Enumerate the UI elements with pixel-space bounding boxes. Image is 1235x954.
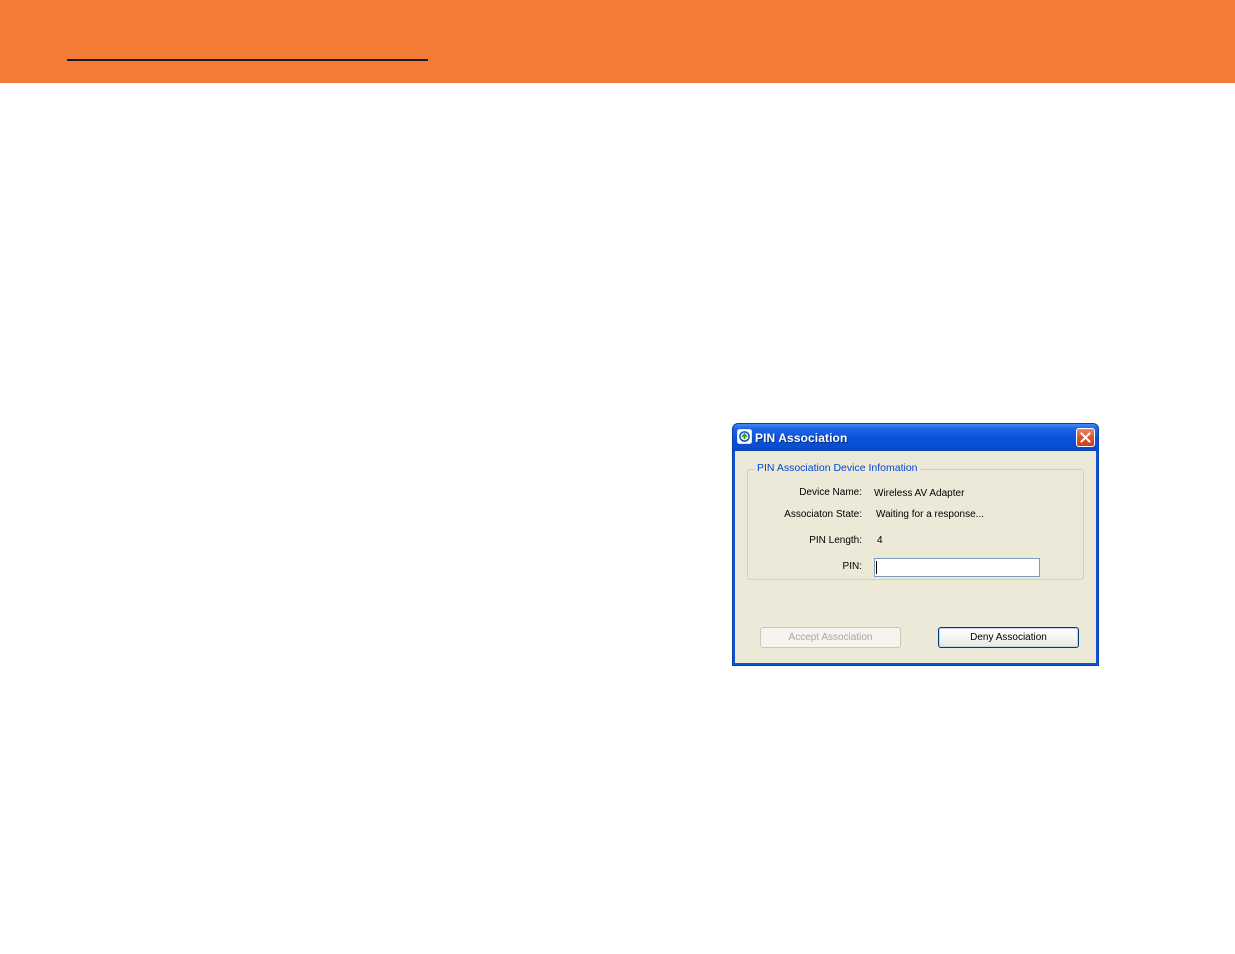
text-caret: [876, 561, 877, 574]
pin-length-label: PIN Length:: [809, 535, 862, 546]
device-info-groupbox: PIN Association Device Infomation Device…: [747, 462, 1084, 580]
association-state-value: Waiting for a response...: [876, 509, 985, 520]
pin-label: PIN:: [842, 561, 862, 572]
dialog-client-area: PIN Association Device Infomation Device…: [735, 451, 1096, 663]
accept-association-button[interactable]: Accept Association: [760, 627, 901, 648]
device-name-value: Wireless AV Adapter: [874, 488, 965, 499]
pin-length-value: 4: [877, 535, 883, 546]
dialog-titlebar[interactable]: PIN Association: [733, 424, 1098, 451]
pin-association-dialog: PIN Association PIN Association Device I…: [732, 423, 1099, 666]
close-button[interactable]: [1076, 428, 1095, 447]
association-state-label: Associaton State:: [784, 509, 862, 520]
groupbox-legend: PIN Association Device Infomation: [755, 462, 920, 474]
deny-association-button[interactable]: Deny Association: [938, 627, 1079, 648]
dialog-title: PIN Association: [755, 431, 848, 445]
pin-input[interactable]: [874, 558, 1040, 577]
banner-rule: [67, 59, 428, 61]
close-icon: [1080, 432, 1091, 443]
app-icon: [737, 429, 752, 444]
top-banner: [0, 0, 1235, 83]
device-name-label: Device Name:: [799, 487, 862, 498]
